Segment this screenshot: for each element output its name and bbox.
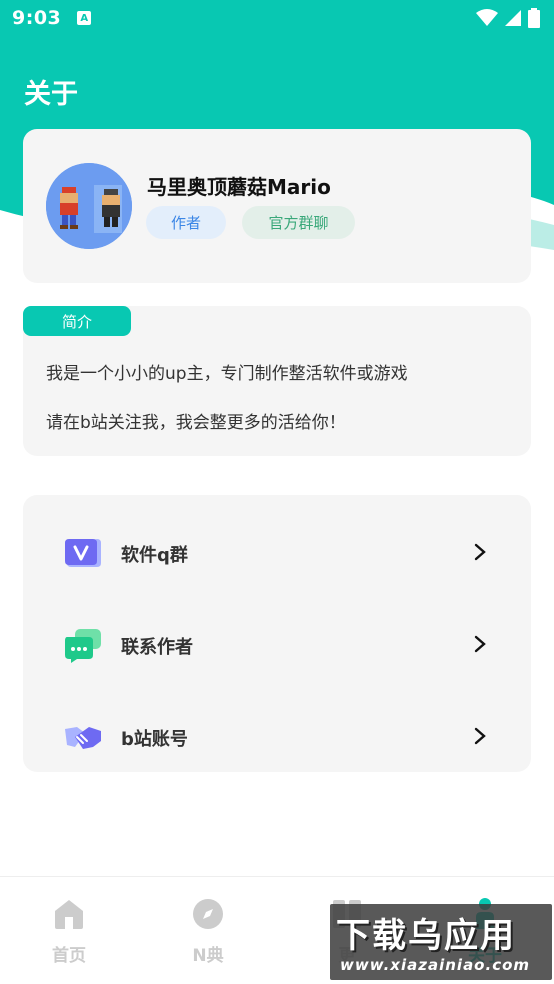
profile-name: 马里奥顶蘑菇Mario [147, 175, 331, 199]
profile-card: 马里奥顶蘑菇Mario 作者 官方群聊 [23, 129, 531, 283]
signal-icon [505, 10, 521, 26]
watermark-url: www.xiazainiao.com [340, 956, 531, 974]
compass-icon [193, 899, 223, 929]
menu-item-bilibili-account[interactable]: b站账号 [23, 689, 531, 781]
menu-label: 联系作者 [121, 637, 193, 658]
menu-label: 软件q群 [121, 545, 188, 566]
watermark-title: 下载乌应用 [336, 916, 516, 956]
nav-label: N典 [192, 946, 224, 966]
intro-card: 简介 我是一个小小的up主，专门制作整活软件或游戏 请在b站关注我，我会整更多的… [23, 306, 531, 456]
mario-avatar-image [46, 163, 132, 249]
chevron-right-icon [474, 543, 486, 561]
page-title: 关于 [24, 79, 78, 110]
intro-tag: 简介 [23, 306, 131, 336]
watermark: 下载乌应用 www.xiazainiao.com [330, 904, 552, 980]
chevron-right-icon [474, 727, 486, 745]
home-icon [55, 900, 83, 929]
app-notification-icon: A [77, 11, 92, 25]
battery-icon [528, 8, 540, 28]
intro-line-1: 我是一个小小的up主，专门制作整活软件或游戏 [46, 364, 408, 384]
status-bar: 9:03 A [0, 0, 554, 36]
chevron-right-icon [474, 635, 486, 653]
group-chat-tag[interactable]: 官方群聊 [242, 206, 355, 239]
chat-bubble-icon [65, 629, 101, 663]
author-tag[interactable]: 作者 [146, 206, 226, 239]
intro-line-2: 请在b站关注我，我会整更多的活给你！ [46, 413, 346, 433]
status-icons [476, 8, 540, 28]
handshake-icon [65, 727, 101, 749]
avatar[interactable] [46, 163, 132, 249]
nav-ndian[interactable]: N典 [163, 897, 253, 966]
menu-label: b站账号 [121, 729, 188, 750]
wifi-icon [476, 9, 498, 26]
nav-home[interactable]: 首页 [24, 897, 114, 966]
menu-card: 软件q群 联系作者 b站账号 [23, 495, 531, 772]
video-badge-icon [65, 539, 101, 567]
nav-label: 首页 [52, 946, 86, 966]
status-time: 9:03 [12, 7, 62, 29]
menu-item-qq-group[interactable]: 软件q群 [23, 505, 531, 597]
menu-item-contact-author[interactable]: 联系作者 [23, 597, 531, 689]
